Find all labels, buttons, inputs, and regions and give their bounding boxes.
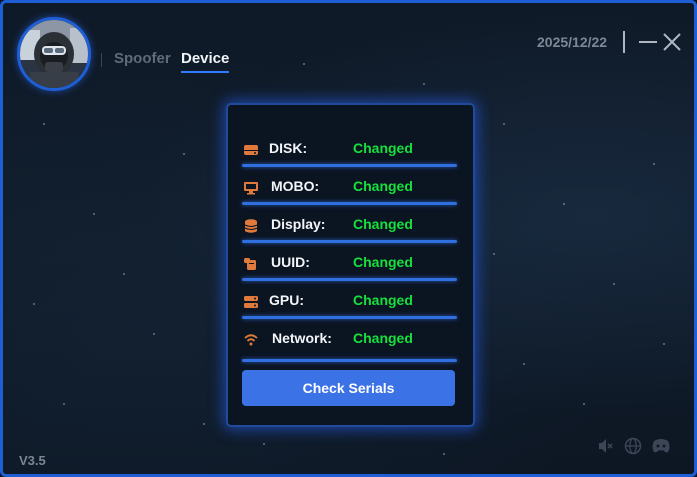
- version-label: V3.5: [19, 453, 46, 468]
- date-label: 2025/12/22: [537, 34, 608, 50]
- row-divider: [242, 359, 457, 362]
- globe-icon: [624, 437, 642, 455]
- status-value: Changed: [353, 140, 413, 156]
- mute-button[interactable]: [597, 437, 615, 455]
- tab-spoofer[interactable]: Spoofer: [114, 50, 171, 67]
- status-label: GPU:: [269, 292, 304, 308]
- avatar-image: [20, 20, 88, 88]
- scroll-icon: [244, 258, 256, 270]
- status-label: DISK:: [269, 140, 308, 156]
- check-serials-button[interactable]: Check Serials: [242, 370, 455, 406]
- app-window: Spoofer Device 2025/12/22 DISK: Changed: [0, 0, 697, 477]
- language-button[interactable]: [624, 437, 642, 455]
- wifi-icon: [244, 334, 258, 346]
- status-row-gpu: GPU: Changed: [242, 285, 458, 319]
- discord-icon: [652, 439, 670, 453]
- row-divider: [242, 164, 457, 167]
- close-icon: [663, 33, 681, 51]
- status-value: Changed: [353, 216, 413, 232]
- status-label: UUID:: [271, 254, 310, 270]
- row-divider: [242, 278, 457, 281]
- avatar: [17, 17, 91, 91]
- status-label: MOBO:: [271, 178, 320, 194]
- server-icon: [244, 296, 258, 308]
- row-divider: [242, 202, 457, 205]
- monitor-icon: [244, 182, 258, 195]
- status-row-network: Network: Changed: [242, 323, 458, 362]
- status-row-disk: DISK: Changed: [242, 133, 458, 167]
- status-value: Changed: [353, 178, 413, 194]
- active-tab-indicator: [181, 71, 229, 73]
- hard-drive-icon: [244, 145, 258, 155]
- minimize-button[interactable]: [638, 31, 658, 53]
- row-divider: [242, 240, 457, 243]
- status-label: Network:: [272, 330, 332, 346]
- status-value: Changed: [353, 292, 413, 308]
- row-divider: [242, 316, 457, 319]
- status-value: Changed: [353, 254, 413, 270]
- mute-icon: [599, 439, 613, 453]
- header-divider: [623, 31, 625, 53]
- status-row-display: Display: Changed: [242, 209, 458, 243]
- status-row-uuid: UUID: Changed: [242, 247, 458, 281]
- status-label: Display:: [271, 216, 326, 232]
- status-value: Changed: [353, 330, 413, 346]
- status-row-mobo: MOBO: Changed: [242, 171, 458, 205]
- close-button[interactable]: [661, 31, 683, 53]
- nav-divider: [101, 53, 102, 67]
- device-status-card: DISK: Changed MOBO: Changed Display: Cha…: [226, 103, 475, 427]
- database-icon: [244, 219, 258, 233]
- tab-device[interactable]: Device: [181, 50, 229, 67]
- discord-button[interactable]: [651, 437, 671, 455]
